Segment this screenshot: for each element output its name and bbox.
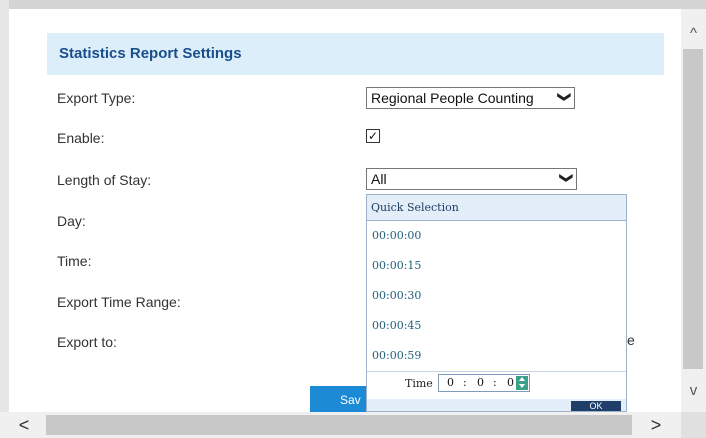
hour-value[interactable]: 0 [447, 376, 454, 389]
time-separator: : [463, 376, 467, 389]
quick-time-option[interactable]: 00:00:45 [367, 311, 626, 342]
horizontal-scroll-thumb[interactable] [46, 415, 632, 435]
length-of-stay-value: All [371, 171, 387, 187]
time-picker-popup: Quick Selection 00:00:00 00:00:15 00:00:… [366, 194, 627, 412]
chevron-down-icon: ❯ [559, 172, 575, 184]
minute-value[interactable]: 0 [477, 376, 484, 389]
vertical-scroll-thumb[interactable] [683, 49, 703, 369]
time-input-label: Time [405, 377, 433, 390]
enable-checkbox[interactable]: ✓ [366, 129, 380, 143]
quick-time-option[interactable]: 00:00:30 [367, 281, 626, 312]
quick-selection-header: Quick Selection [367, 195, 626, 221]
export-type-select[interactable]: Regional People Counting ❯ [366, 87, 575, 109]
check-icon: ✓ [367, 129, 379, 143]
chevron-down-icon: ❯ [557, 91, 573, 103]
time-input-row: Time 0 : 0 : 0 [367, 371, 626, 397]
export-type-value: Regional People Counting [371, 90, 534, 106]
save-button-label: Sav [340, 393, 361, 407]
scroll-up-icon[interactable]: ^ [681, 24, 706, 44]
length-of-stay-label: Length of Stay: [57, 172, 152, 188]
window-frame-left [0, 0, 9, 438]
horizontal-scrollbar[interactable]: < > [0, 412, 706, 438]
ok-button-label: OK [589, 401, 603, 411]
time-input[interactable]: 0 : 0 : 0 [438, 374, 530, 392]
quick-time-option-label: 00:00:15 [372, 259, 422, 272]
quick-time-option-label: 00:00:45 [372, 319, 422, 332]
time-spinner-icon[interactable] [516, 376, 528, 390]
export-time-range-label: Export Time Range: [57, 294, 181, 310]
settings-header: Statistics Report Settings [47, 33, 664, 75]
export-type-label: Export Type: [57, 90, 136, 106]
quick-time-option[interactable]: 00:00:15 [367, 251, 626, 282]
quick-time-option[interactable]: 00:00:59 [367, 341, 626, 372]
export-to-label: Export to: [57, 334, 117, 350]
enable-label: Enable: [57, 130, 105, 146]
page-title: Statistics Report Settings [59, 45, 242, 62]
day-label: Day: [57, 213, 86, 229]
quick-time-option-label: 00:00:00 [372, 229, 422, 242]
quick-time-option-label: 00:00:59 [372, 349, 422, 362]
export-to-trailing-text: e [627, 332, 635, 348]
quick-time-option[interactable]: 00:00:00 [367, 221, 626, 252]
quick-selection-title: Quick Selection [371, 201, 459, 214]
vertical-scrollbar[interactable]: ^ v [681, 9, 706, 419]
scroll-right-icon[interactable]: > [646, 414, 666, 436]
ok-button[interactable]: OK [571, 401, 621, 411]
save-button[interactable]: Sav [310, 386, 366, 412]
time-label: Time: [57, 253, 92, 269]
quick-time-option-label: 00:00:30 [372, 289, 422, 302]
window-frame-top [0, 0, 706, 9]
time-separator: : [493, 376, 497, 389]
length-of-stay-select[interactable]: All ❯ [366, 168, 577, 190]
scroll-left-icon[interactable]: < [14, 414, 34, 436]
scroll-down-icon[interactable]: v [681, 381, 706, 401]
scrollbar-corner [681, 412, 706, 438]
second-value[interactable]: 0 [507, 376, 514, 389]
